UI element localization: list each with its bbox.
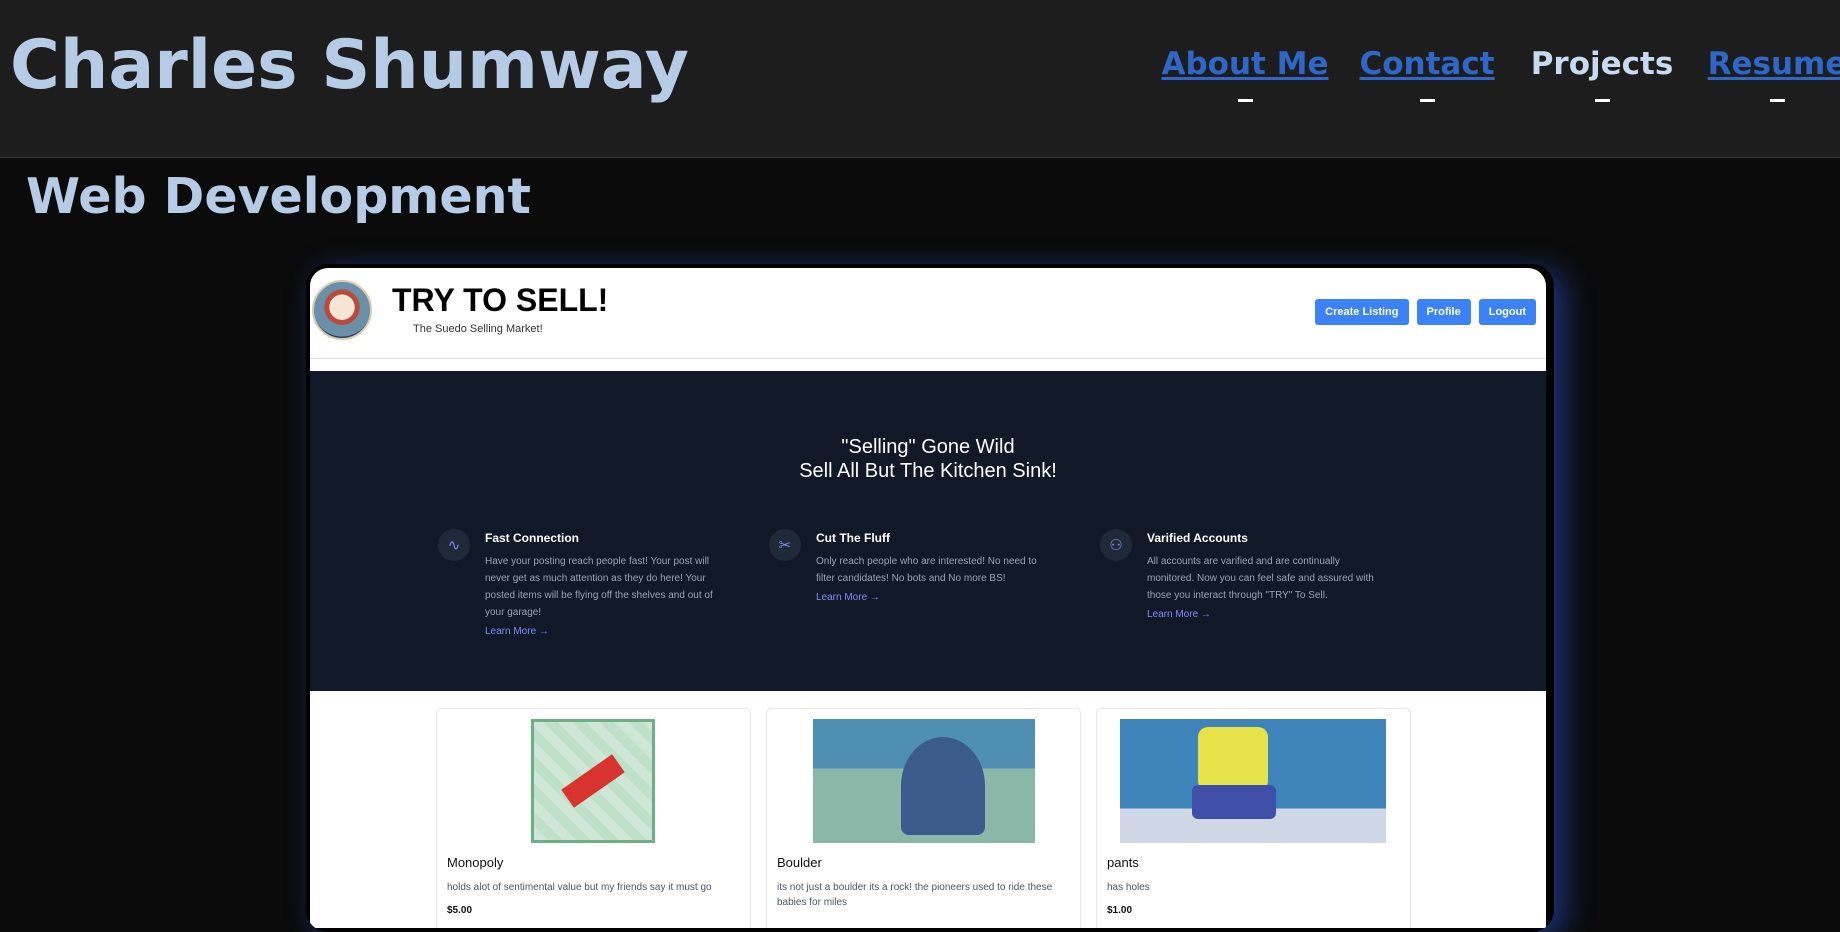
nav-resume-link[interactable]: Resume (1708, 46, 1840, 82)
project-screenshot-frame: TRY TO SELL! The Suedo Selling Market! C… (306, 264, 1554, 932)
feature-text: All accounts are varified and are contin… (1147, 556, 1374, 601)
nav-item-about[interactable]: About Me (1155, 46, 1335, 102)
listing-card[interactable]: pants has holes $1.00 (1096, 708, 1411, 928)
feature-title: Fast Connection (485, 531, 580, 545)
app-logo (312, 280, 372, 340)
nav-item-contact[interactable]: Contact (1337, 46, 1517, 102)
feature-title: Varified Accounts (1147, 531, 1248, 545)
pants-shape (1192, 785, 1276, 819)
feature-text: Have your posting reach people fast! You… (485, 556, 713, 618)
project-preview: TRY TO SELL! The Suedo Selling Market! C… (310, 268, 1546, 928)
listing-name: Monopoly (447, 855, 504, 870)
logout-button[interactable]: Logout (1478, 299, 1536, 325)
section-title: Web Development (26, 168, 531, 225)
user-icon: ⚇ (1100, 529, 1132, 561)
listing-image-monopoly (531, 719, 655, 843)
hero-line-1: "Selling" Gone Wild (841, 436, 1015, 458)
app-header-actions: Create Listing Profile Logout (1315, 299, 1536, 325)
hero-title: "Selling" Gone Wild Sell All But The Kit… (310, 435, 1546, 483)
listing-description: its not just a boulder its a rock! the p… (777, 882, 1053, 908)
nav-underline-marker (1769, 99, 1785, 102)
listing-name: pants (1107, 855, 1139, 870)
nav-contact-link[interactable]: Contact (1359, 46, 1494, 82)
nav-underline-marker (1237, 99, 1253, 102)
listing-image-pants (1120, 719, 1386, 843)
nav-item-resume[interactable]: Resume (1687, 46, 1840, 102)
app-name: TRY TO SELL! (392, 282, 609, 318)
hero-line-2: Sell All But The Kitchen Sink! (799, 460, 1057, 482)
learn-more-link[interactable]: Learn More → (816, 592, 1049, 603)
listing-price: $1.00 (1107, 905, 1133, 916)
site-title: Charles Shumway (10, 26, 689, 105)
listing-name: Boulder (777, 855, 822, 870)
feature-varified-accounts: ⚇ Varified Accounts All accounts are var… (1100, 529, 1380, 620)
activity-icon: ∿ (438, 529, 470, 561)
listing-card[interactable]: Boulder its not just a boulder its a roc… (766, 708, 1081, 928)
sponge-shape (1198, 727, 1268, 791)
scissors-icon: ✂ (769, 529, 801, 561)
nav-about-link[interactable]: About Me (1161, 46, 1328, 82)
create-listing-button[interactable]: Create Listing (1315, 299, 1409, 325)
boulder-shape (901, 737, 985, 835)
listing-price: $5.00 (447, 905, 473, 916)
monopoly-logo-shape (561, 754, 625, 808)
listing-image-boulder (813, 719, 1035, 843)
learn-more-link[interactable]: Learn More → (485, 626, 718, 637)
listing-description: holds alot of sentimental value but my f… (447, 882, 712, 893)
feature-title: Cut The Fluff (816, 531, 890, 545)
learn-more-link[interactable]: Learn More → (1147, 609, 1380, 620)
listing-card[interactable]: Monopoly holds alot of sentimental value… (436, 708, 751, 928)
app-tagline: The Suedo Selling Market! (413, 323, 543, 335)
app-header: TRY TO SELL! The Suedo Selling Market! C… (310, 268, 1546, 359)
feature-cut-the-fluff: ✂ Cut The Fluff Only reach people who ar… (769, 529, 1049, 603)
feature-text: Only reach people who are interested! No… (816, 556, 1037, 584)
site-header: Charles Shumway About Me Contact Project… (0, 0, 1840, 158)
nav-underline-marker (1594, 99, 1610, 102)
feature-fast-connection: ∿ Fast Connection Have your posting reac… (438, 529, 718, 637)
nav-projects-link[interactable]: Projects (1531, 46, 1674, 82)
profile-button[interactable]: Profile (1416, 299, 1471, 325)
listing-description: has holes (1107, 882, 1150, 893)
hero-section: "Selling" Gone Wild Sell All But The Kit… (310, 371, 1546, 691)
nav-item-projects[interactable]: Projects (1512, 46, 1692, 102)
nav-underline-marker (1419, 99, 1435, 102)
